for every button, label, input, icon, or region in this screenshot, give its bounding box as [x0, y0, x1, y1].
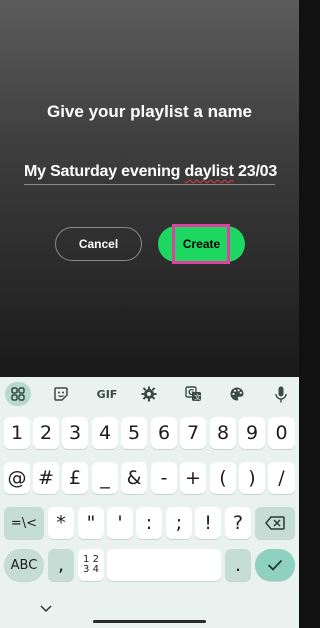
numpad-key[interactable]: 1 2 3 4 [78, 549, 104, 581]
name-text-part2: 23/03 [233, 163, 278, 180]
backspace-key[interactable] [255, 507, 295, 539]
symbols-shift-key[interactable]: =\< [4, 507, 44, 539]
sticker-icon[interactable] [48, 382, 74, 406]
key-plus[interactable]: + [180, 462, 206, 494]
key-double-quote[interactable]: " [78, 507, 104, 539]
playlist-name-dialog: Give your playlist a name My Saturday ev… [0, 0, 299, 377]
enter-key[interactable] [255, 549, 295, 581]
key-5[interactable]: 5 [121, 417, 147, 449]
create-button[interactable]: Create [158, 224, 245, 264]
key-period[interactable]: . [225, 549, 251, 581]
settings-gear-icon[interactable] [136, 382, 162, 406]
key-underscore[interactable]: _ [92, 462, 118, 494]
key-1[interactable]: 1 [4, 417, 30, 449]
key-4[interactable]: 4 [92, 417, 118, 449]
key-comma[interactable]: , [48, 549, 74, 581]
numpad-label-bottom: 3 4 [83, 564, 99, 575]
key-slash[interactable]: / [268, 462, 295, 494]
key-7[interactable]: 7 [180, 417, 206, 449]
key-0[interactable]: 0 [268, 417, 295, 449]
cancel-button[interactable]: Cancel [55, 227, 142, 261]
translate-icon[interactable]: G文 [180, 382, 206, 406]
key-2[interactable]: 2 [33, 417, 59, 449]
playlist-name-input[interactable]: My Saturday evening daylist 23/03 [24, 163, 278, 185]
name-text-misspelled: daylist [184, 163, 234, 180]
dialog-title: Give your playlist a name [46, 102, 253, 121]
key-at[interactable]: @ [4, 462, 30, 494]
key-semicolon[interactable]: ; [166, 507, 192, 539]
backspace-icon [265, 516, 285, 530]
apps-grid-icon[interactable] [5, 382, 31, 406]
key-ampersand[interactable]: & [121, 462, 147, 494]
checkmark-icon [267, 559, 283, 571]
key-6[interactable]: 6 [151, 417, 177, 449]
key-colon[interactable]: : [136, 507, 162, 539]
key-question[interactable]: ? [225, 507, 251, 539]
key-asterisk[interactable]: * [48, 507, 74, 539]
svg-text:文: 文 [194, 393, 201, 402]
microphone-icon[interactable] [268, 382, 294, 406]
create-label: Create [182, 237, 221, 251]
palette-icon[interactable] [224, 382, 250, 406]
key-9[interactable]: 9 [239, 417, 265, 449]
keyboard-toolbar: GIF G文 [0, 377, 299, 411]
name-text-part1: My Saturday evening [24, 163, 185, 180]
chevron-down-icon[interactable] [38, 603, 54, 615]
key-open-paren[interactable]: ( [210, 462, 236, 494]
key-exclamation[interactable]: ! [195, 507, 221, 539]
abc-key[interactable]: ABC [4, 549, 44, 581]
cancel-label: Cancel [78, 237, 119, 251]
key-hash[interactable]: # [33, 462, 59, 494]
gesture-handle[interactable] [93, 620, 206, 623]
key-3[interactable]: 3 [62, 417, 88, 449]
space-bar[interactable] [107, 549, 221, 581]
key-pound[interactable]: £ [62, 462, 88, 494]
gif-button[interactable]: GIF [92, 382, 122, 406]
key-close-paren[interactable]: ) [239, 462, 265, 494]
onscreen-keyboard: GIF G文 1 2 3 4 5 6 7 8 9 0 @ # £ _ & - +… [0, 377, 299, 628]
key-minus[interactable]: - [151, 462, 177, 494]
key-8[interactable]: 8 [210, 417, 236, 449]
key-single-quote[interactable]: ' [107, 507, 133, 539]
gif-label: GIF [96, 387, 118, 401]
